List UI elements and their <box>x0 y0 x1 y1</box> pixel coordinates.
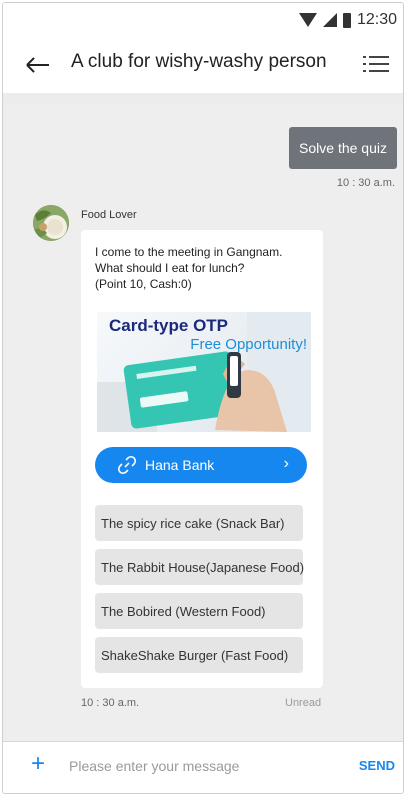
banner-title: Card-type OTP <box>109 316 229 335</box>
incoming-message-text: I come to the meeting in Gangnam. What s… <box>95 244 315 292</box>
incoming-message-time: 10 : 30 a.m. <box>81 697 140 709</box>
message-line: What should I eat for lunch? <box>95 261 245 275</box>
status-time: 12:30 <box>356 11 397 28</box>
banner-subtitle: Free Opportunity! <box>190 336 307 353</box>
quiz-option-button[interactable]: ShakeShake Burger (Fast Food) <box>95 637 303 673</box>
quiz-option-button[interactable]: The Rabbit House(Japanese Food) <box>95 549 304 585</box>
sender-name: Food Lover <box>81 209 137 221</box>
promo-banner-image[interactable]: Card-type OTP Free Opportunity! <box>97 312 311 432</box>
status-bar: 12:30 <box>3 3 403 37</box>
app-bar: A club for wishy-washy person <box>3 37 403 93</box>
back-arrow-icon[interactable] <box>25 53 51 77</box>
outgoing-message-time: 10 : 30 a.m. <box>336 177 395 189</box>
signal-icon <box>322 13 337 27</box>
status-icons: 12:30 <box>298 11 397 29</box>
message-line: I come to the meeting in Gangnam. <box>95 245 283 259</box>
quiz-option-button[interactable]: The spicy rice cake (Snack Bar) <box>95 505 303 541</box>
link-button-label: Hana Bank <box>145 457 215 473</box>
chat-room-title: A club for wishy-washy person <box>71 51 327 72</box>
link-icon <box>117 455 137 475</box>
chat-area[interactable]: Solve the quiz 10 : 30 a.m. Food Lover I… <box>3 105 403 741</box>
quiz-option-button[interactable]: The Bobired (Western Food) <box>95 593 303 629</box>
add-attachment-icon[interactable]: + <box>31 752 45 776</box>
chevron-right-icon: › <box>283 455 289 472</box>
hana-bank-link-button[interactable]: Hana Bank › <box>95 447 307 483</box>
app-frame: 12:30 A club for wishy-washy person Solv… <box>2 2 404 794</box>
battery-icon <box>342 12 351 28</box>
wifi-icon <box>298 13 317 27</box>
incoming-message-card: I come to the meeting in Gangnam. What s… <box>81 230 323 688</box>
list-menu-icon[interactable] <box>363 52 389 76</box>
message-input[interactable] <box>67 754 341 778</box>
send-button[interactable]: SEND <box>359 758 395 773</box>
message-composer: + SEND <box>3 741 403 793</box>
read-status: Unread <box>285 697 322 709</box>
sender-avatar[interactable] <box>33 205 69 241</box>
outgoing-message-bubble: Solve the quiz <box>289 127 397 169</box>
message-line: (Point 10, Cash:0) <box>95 277 192 291</box>
header-divider <box>3 93 403 105</box>
